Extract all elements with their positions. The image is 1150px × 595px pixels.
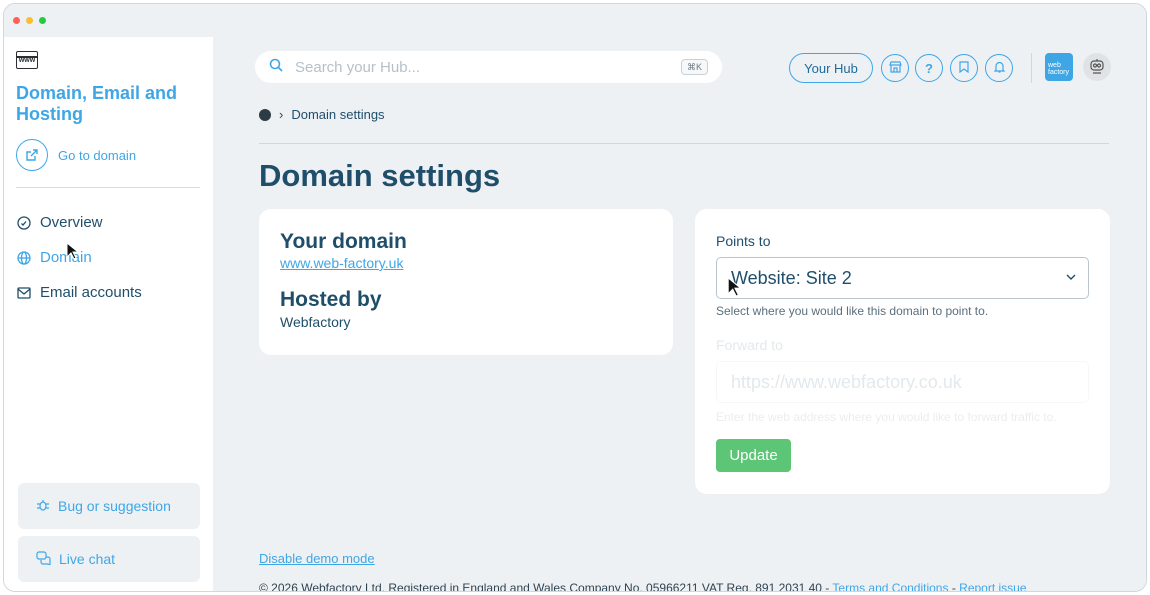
points-to-card: Points to Website: Site 2 Select where y… <box>695 209 1110 494</box>
footer-separator: - <box>948 581 960 592</box>
chat-icon <box>36 550 51 568</box>
close-window-button[interactable] <box>13 17 20 24</box>
points-to-select[interactable]: Website: Site 2 <box>716 257 1089 299</box>
shield-icon <box>16 215 32 231</box>
search-shortcut-badge: ⌘K <box>680 59 708 75</box>
mouse-cursor-icon <box>66 242 80 260</box>
bug-label: Bug or suggestion <box>58 498 171 514</box>
sidebar-item-email-accounts[interactable]: Email accounts <box>16 275 142 310</box>
robot-avatar-icon <box>1087 56 1107 79</box>
title-bar <box>4 4 1146 37</box>
notifications-button[interactable] <box>985 54 1013 82</box>
header-divider <box>1031 53 1032 83</box>
forward-to-label: Forward to <box>716 337 783 353</box>
go-to-domain-button[interactable]: Go to domain <box>16 139 136 171</box>
report-issue-link[interactable]: Report issue <box>959 581 1026 591</box>
search-icon <box>269 58 287 76</box>
sidebar-divider <box>16 187 200 188</box>
user-avatar[interactable] <box>1083 53 1111 81</box>
mouse-cursor-icon <box>727 276 743 297</box>
forward-to-input[interactable] <box>716 361 1089 403</box>
points-to-label: Points to <box>716 233 771 249</box>
hosted-by-value: Webfactory <box>280 314 351 330</box>
envelope-icon <box>16 285 32 301</box>
your-hub-button[interactable]: Your Hub <box>789 53 873 83</box>
help-button[interactable]: ? <box>915 54 943 82</box>
store-icon <box>888 60 902 76</box>
domain-link[interactable]: www.web-factory.uk <box>280 255 403 271</box>
breadcrumb: › Domain settings <box>259 107 385 122</box>
sidebar-item-overview[interactable]: Overview <box>16 205 142 240</box>
external-link-icon <box>16 139 48 171</box>
bookmark-button[interactable] <box>950 54 978 82</box>
points-to-value: Website: Site 2 <box>731 267 852 288</box>
bug-icon <box>36 498 50 515</box>
search-bar[interactable]: ⌘K <box>255 51 722 83</box>
main-content: ⌘K Your Hub ? web factory <box>213 37 1146 592</box>
minimize-window-button[interactable] <box>26 17 33 24</box>
bookmark-icon <box>959 60 969 76</box>
sidebar-title: Domain, Email and Hosting <box>16 83 178 124</box>
hosted-by-heading: Hosted by <box>280 288 382 311</box>
your-domain-heading: Your domain <box>280 230 407 253</box>
chevron-down-icon <box>1066 271 1076 283</box>
bell-icon <box>993 61 1005 76</box>
footer: © 2026 Webfactory Ltd. Registered in Eng… <box>259 581 1027 592</box>
bug-or-suggestion-button[interactable]: Bug or suggestion <box>18 483 200 529</box>
points-to-help: Select where you would like this domain … <box>716 304 989 318</box>
window-controls <box>13 17 46 24</box>
maximize-window-button[interactable] <box>39 17 46 24</box>
forward-to-help: Enter the web address where you would li… <box>716 410 1057 424</box>
sidebar-item-label: Email accounts <box>40 284 142 301</box>
www-browser-icon: www <box>16 51 38 69</box>
live-chat-button[interactable]: Live chat <box>18 536 200 582</box>
chevron-right-icon: › <box>279 107 284 122</box>
sidebar: www Domain, Email and Hosting Go to doma… <box>4 37 213 591</box>
breadcrumb-current: Domain settings <box>291 107 385 122</box>
live-chat-label: Live chat <box>59 551 116 567</box>
question-icon: ? <box>925 60 933 76</box>
disable-demo-mode-link[interactable]: Disable demo mode <box>259 551 375 566</box>
sidebar-item-label: Overview <box>40 214 103 231</box>
page-title: Domain settings <box>259 158 501 193</box>
update-button[interactable]: Update <box>716 439 791 472</box>
header-separator <box>259 143 1109 144</box>
go-to-domain-label: Go to domain <box>58 147 137 163</box>
domain-info-card: Your domain www.web-factory.uk Hosted by… <box>259 209 673 355</box>
store-button[interactable] <box>881 54 909 82</box>
terms-link[interactable]: Terms and Conditions <box>832 581 948 591</box>
globe-icon <box>16 250 32 266</box>
copyright-text: © 2026 Webfactory Ltd. Registered in Eng… <box>259 581 833 592</box>
app-window: www Domain, Email and Hosting Go to doma… <box>3 3 1147 592</box>
search-input[interactable] <box>295 58 722 76</box>
webfactory-logo[interactable]: web factory <box>1045 53 1073 81</box>
globe-home-icon[interactable] <box>259 108 271 121</box>
